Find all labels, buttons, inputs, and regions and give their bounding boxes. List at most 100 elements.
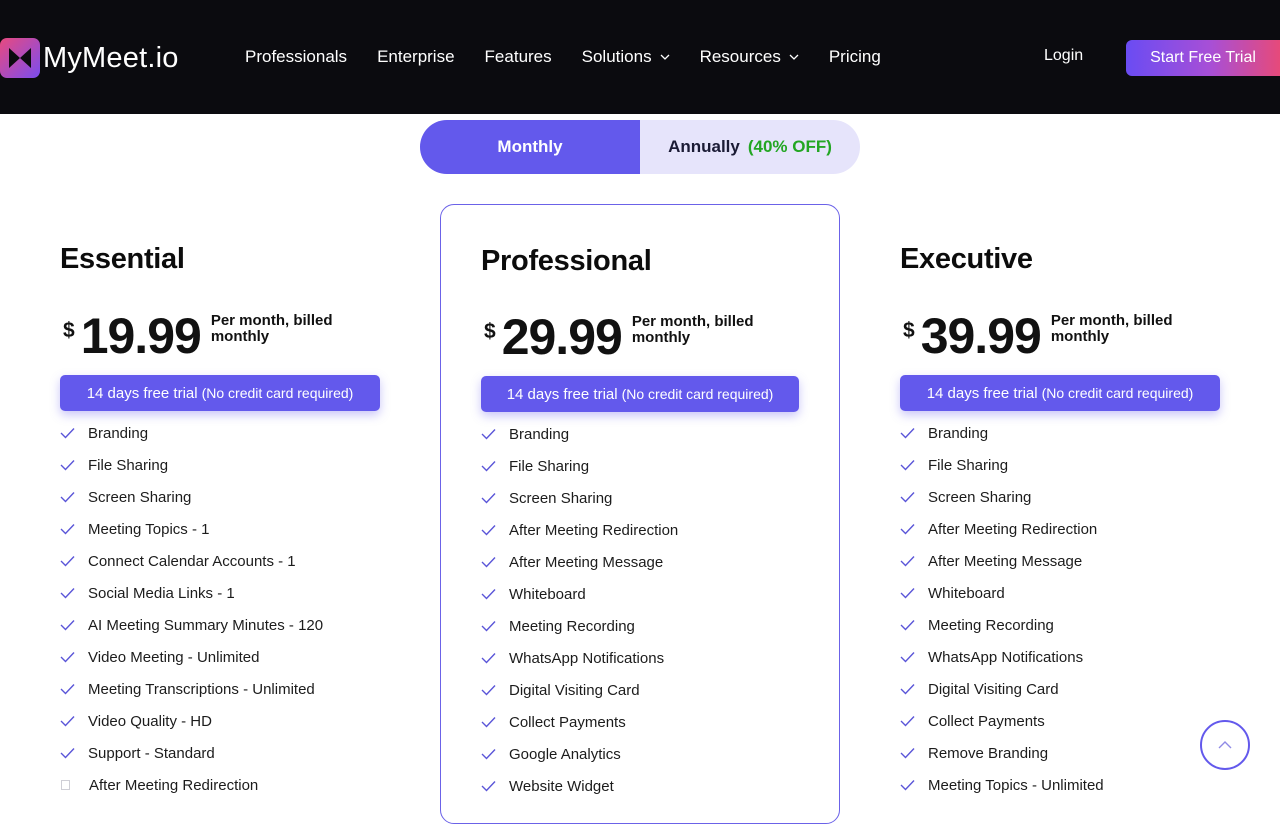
trial-note: (No credit card required) xyxy=(621,386,774,402)
check-icon xyxy=(481,429,496,440)
feature-item: Screen Sharing xyxy=(481,482,678,514)
feature-label: Remove Branding xyxy=(928,744,1049,762)
trial-label: 14 days free trial xyxy=(926,384,1038,402)
check-icon xyxy=(900,620,915,631)
nav-link-resources[interactable]: Resources xyxy=(700,47,799,67)
check-icon xyxy=(900,556,915,567)
feature-label: Whiteboard xyxy=(509,585,586,603)
plan-name: Essential xyxy=(60,243,185,275)
check-icon xyxy=(900,492,915,503)
feature-item: After Meeting Message xyxy=(481,546,678,578)
free-trial-button[interactable]: 14 days free trial (No credit card requi… xyxy=(60,375,380,411)
feature-item: Support - Standard xyxy=(60,737,323,769)
feature-item: Screen Sharing xyxy=(900,481,1104,513)
feature-item: Website Widget xyxy=(481,770,678,802)
check-icon xyxy=(60,588,75,599)
billing-note: Per month, billed monthly xyxy=(631,313,754,346)
feature-label: Video Meeting - Unlimited xyxy=(88,648,260,666)
check-icon xyxy=(481,461,496,472)
feature-label: File Sharing xyxy=(88,456,169,474)
monthly-toggle-option[interactable]: Monthly xyxy=(420,120,640,174)
check-icon xyxy=(481,749,496,760)
currency-symbol: $ xyxy=(63,319,75,342)
discount-label: (40% OFF) xyxy=(747,137,832,156)
feature-label: After Meeting Message xyxy=(509,553,664,571)
feature-item: After Meeting Redirection xyxy=(900,513,1104,545)
check-icon xyxy=(481,493,496,504)
feature-item: Collect Payments xyxy=(900,705,1104,737)
feature-label: After Meeting Redirection xyxy=(89,776,259,794)
plan-name: Executive xyxy=(900,243,1033,275)
feature-label: Collect Payments xyxy=(509,713,626,731)
check-icon xyxy=(60,524,75,535)
feature-item: Collect Payments xyxy=(481,706,678,738)
nav-link-solutions[interactable]: Solutions xyxy=(582,47,670,67)
feature-item-unavailable: After Meeting Redirection xyxy=(60,769,323,801)
nav-link-label: Features xyxy=(484,47,552,66)
feature-label: After Meeting Message xyxy=(928,552,1083,570)
check-icon xyxy=(481,685,496,696)
currency-symbol: $ xyxy=(903,319,915,342)
feature-item: Whiteboard xyxy=(900,577,1104,609)
feature-list: Branding File Sharing Screen Sharing Mee… xyxy=(60,417,323,801)
feature-item: Meeting Recording xyxy=(481,610,678,642)
feature-item: Meeting Transcriptions - Unlimited xyxy=(60,673,323,705)
price-amount: 19.99 xyxy=(80,308,202,364)
feature-item: File Sharing xyxy=(60,449,323,481)
check-icon xyxy=(60,556,75,567)
feature-label: Meeting Topics - Unlimited xyxy=(928,776,1104,794)
feature-item: Branding xyxy=(481,418,678,450)
feature-label: Social Media Links - 1 xyxy=(88,584,235,602)
chevron-down-icon xyxy=(789,54,799,60)
feature-item: Meeting Recording xyxy=(900,609,1104,641)
feature-item: Digital Visiting Card xyxy=(900,673,1104,705)
feature-item: Branding xyxy=(900,417,1104,449)
annually-label: Annually xyxy=(668,137,740,156)
feature-label: Digital Visiting Card xyxy=(509,681,640,699)
feature-label: File Sharing xyxy=(509,457,590,475)
nav-link-features[interactable]: Features xyxy=(485,47,552,67)
check-icon xyxy=(481,557,496,568)
monthly-label: Monthly xyxy=(497,137,563,156)
scroll-to-top-button[interactable] xyxy=(1200,720,1250,770)
check-icon xyxy=(60,652,75,663)
feature-label: Meeting Transcriptions - Unlimited xyxy=(88,680,315,698)
check-icon xyxy=(900,716,915,727)
feature-item: After Meeting Message xyxy=(900,545,1104,577)
feature-item: Video Meeting - Unlimited xyxy=(60,641,323,673)
price-row: $ 39.99 Per month, billed monthly xyxy=(903,311,1191,361)
annually-toggle-option[interactable]: Annually (40% OFF) xyxy=(640,120,860,174)
billing-note: Per month, billed monthly xyxy=(210,312,333,345)
feature-label: Meeting Topics - 1 xyxy=(88,520,210,538)
check-icon xyxy=(900,780,915,791)
plan-name: Professional xyxy=(481,245,652,277)
feature-item: After Meeting Redirection xyxy=(481,514,678,546)
plan-card-executive: Executive $ 39.99 Per month, billed mont… xyxy=(860,0,1280,800)
feature-label: WhatsApp Notifications xyxy=(509,649,665,667)
feature-item: WhatsApp Notifications xyxy=(481,642,678,674)
unavailable-box-icon xyxy=(61,780,70,790)
price-row: $ 19.99 Per month, billed monthly xyxy=(63,311,351,361)
feature-label: Collect Payments xyxy=(928,712,1045,730)
check-icon xyxy=(900,652,915,663)
feature-item: Social Media Links - 1 xyxy=(60,577,323,609)
check-icon xyxy=(900,428,915,439)
chevron-up-icon xyxy=(1218,741,1232,749)
price-amount: 29.99 xyxy=(501,309,623,365)
feature-item: File Sharing xyxy=(481,450,678,482)
trial-label: 14 days free trial xyxy=(506,385,618,403)
trial-note: (No credit card required) xyxy=(201,385,354,401)
feature-item: Whiteboard xyxy=(481,578,678,610)
feature-label: Meeting Recording xyxy=(928,616,1054,634)
feature-label: Whiteboard xyxy=(928,584,1005,602)
free-trial-button[interactable]: 14 days free trial (No credit card requi… xyxy=(481,376,799,412)
check-icon xyxy=(60,716,75,727)
check-icon xyxy=(481,717,496,728)
check-icon xyxy=(60,460,75,471)
check-icon xyxy=(60,492,75,503)
feature-label: Branding xyxy=(928,424,989,442)
free-trial-button[interactable]: 14 days free trial (No credit card requi… xyxy=(900,375,1220,411)
feature-list: Branding File Sharing Screen Sharing Aft… xyxy=(481,418,678,802)
billing-toggle: Monthly Annually (40% OFF) xyxy=(420,120,860,174)
trial-note: (No credit card required) xyxy=(1041,385,1194,401)
